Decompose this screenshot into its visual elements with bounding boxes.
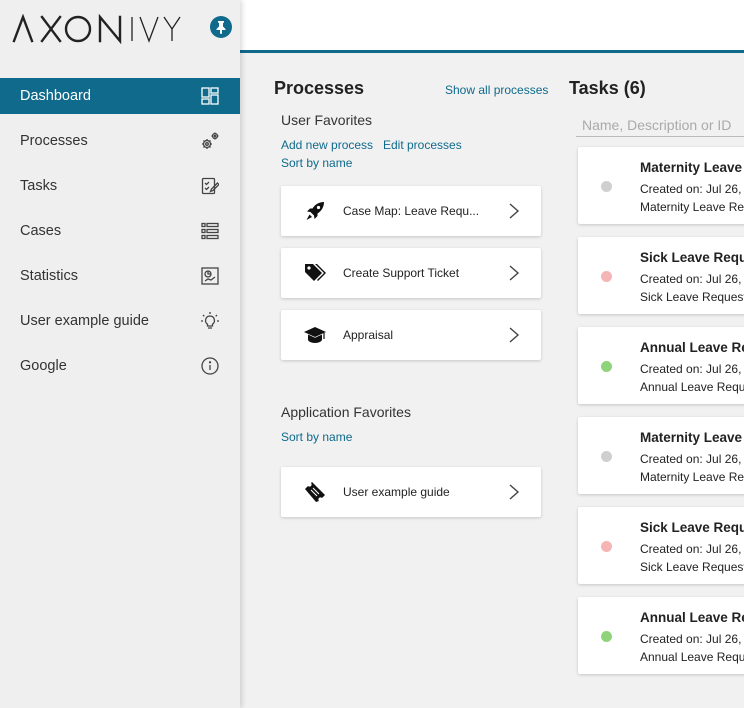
cases-list-icon <box>200 221 220 241</box>
process-card[interactable]: Create Support Ticket <box>281 248 541 298</box>
task-item[interactable]: Sick Leave Requ Created on: Jul 26, 2 Si… <box>578 237 744 314</box>
chevron-right-icon <box>509 265 520 281</box>
task-state-dot <box>601 181 612 192</box>
task-item[interactable]: Annual Leave Re Created on: Jul 26, 2 An… <box>578 597 744 674</box>
menu-item-label: Google <box>20 358 67 374</box>
chevron-right-icon <box>509 327 520 343</box>
task-created-date: Created on: Jul 26, 2 <box>640 182 744 196</box>
add-new-process-link[interactable]: Add new process <box>281 138 373 152</box>
application-card-label: User example guide <box>343 485 450 499</box>
process-card-label: Case Map: Leave Requ... <box>343 204 480 218</box>
gears-icon <box>200 131 220 151</box>
task-created-date: Created on: Jul 26, 2 <box>640 272 744 286</box>
sort-by-name-link[interactable]: Sort by name <box>281 430 352 444</box>
task-description: Annual Leave Reque <box>640 650 744 664</box>
task-state-dot <box>601 271 612 282</box>
show-all-processes-link[interactable]: Show all processes <box>445 83 548 97</box>
sort-by-name-link[interactable]: Sort by name <box>281 156 352 170</box>
pin-icon <box>216 21 226 34</box>
task-created-date: Created on: Jul 26, 2 <box>640 362 744 376</box>
process-card-label: Appraisal <box>343 328 394 342</box>
tasks-icon <box>200 176 220 196</box>
ticket-icon <box>303 480 327 504</box>
tags-icon <box>303 261 327 285</box>
task-created-date: Created on: Jul 26, 2 <box>640 542 744 556</box>
menu-item-label: Dashboard <box>20 88 91 104</box>
task-created-date: Created on: Jul 26, 2 <box>640 452 744 466</box>
menu-item-cases[interactable]: Cases <box>0 213 240 249</box>
task-item[interactable]: Maternity Leave Created on: Jul 26, 2 Ma… <box>578 147 744 224</box>
task-state-dot <box>601 361 612 372</box>
dashboard-icon <box>200 86 220 106</box>
main-menu: Dashboard Processes Tasks Cases Statisti… <box>0 78 240 393</box>
edit-processes-link[interactable]: Edit processes <box>383 138 462 152</box>
processes-title: Processes <box>274 78 365 98</box>
pin-menu-button[interactable] <box>210 16 232 38</box>
info-icon <box>200 356 220 376</box>
task-name: Maternity Leave <box>640 160 743 175</box>
lightbulb-icon <box>200 311 220 331</box>
task-description: Sick Leave Request <box>640 560 744 574</box>
menu-item-label: Statistics <box>20 268 79 284</box>
menu-item-processes[interactable]: Processes <box>0 123 240 159</box>
menu-item-user-example-guide[interactable]: User example guide <box>0 303 240 339</box>
axonivy-logo[interactable] <box>12 14 182 44</box>
process-card[interactable]: Appraisal <box>281 310 541 360</box>
task-state-dot <box>601 451 612 462</box>
task-created-date: Created on: Jul 26, 2 <box>640 632 744 646</box>
top-header-bar <box>240 0 744 53</box>
task-name: Annual Leave Re <box>640 340 744 355</box>
task-name: Annual Leave Re <box>640 610 744 625</box>
task-item[interactable]: Sick Leave Requ Created on: Jul 26, 2 Si… <box>578 507 744 584</box>
task-state-dot <box>601 541 612 552</box>
task-description: Maternity Leave Re <box>640 470 744 484</box>
graduation-cap-icon <box>303 323 327 347</box>
chevron-right-icon <box>509 203 520 219</box>
task-name: Maternity Leave <box>640 430 743 445</box>
task-item[interactable]: Annual Leave Re Created on: Jul 26, 2 An… <box>578 327 744 404</box>
menu-item-statistics[interactable]: Statistics <box>0 258 240 294</box>
task-description: Sick Leave Request <box>640 290 744 304</box>
task-state-dot <box>601 631 612 642</box>
menu-item-tasks[interactable]: Tasks <box>0 168 240 204</box>
application-favorites-heading: Application Favorites <box>281 404 411 420</box>
task-name: Sick Leave Requ <box>640 520 744 535</box>
process-card[interactable]: Case Map: Leave Requ... <box>281 186 541 236</box>
statistics-icon <box>200 266 220 286</box>
menu-item-label: Tasks <box>20 178 58 194</box>
task-description: Maternity Leave Re <box>640 200 744 214</box>
chevron-right-icon <box>509 484 520 500</box>
tasks-title: Tasks (6) <box>569 78 646 98</box>
task-description: Annual Leave Reque <box>640 380 744 394</box>
task-name: Sick Leave Requ <box>640 250 744 265</box>
task-search-input[interactable] <box>576 114 744 137</box>
menu-item-label: Processes <box>20 133 88 149</box>
task-item[interactable]: Maternity Leave Created on: Jul 26, 2 Ma… <box>578 417 744 494</box>
menu-item-google[interactable]: Google <box>0 348 240 384</box>
menu-item-label: User example guide <box>20 313 149 329</box>
user-favorites-heading: User Favorites <box>281 112 373 128</box>
application-card[interactable]: User example guide <box>281 467 541 517</box>
menu-item-dashboard[interactable]: Dashboard <box>0 78 240 114</box>
process-card-label: Create Support Ticket <box>343 266 460 280</box>
rocket-icon <box>303 199 327 223</box>
sidebar: Dashboard Processes Tasks Cases Statisti… <box>0 0 240 708</box>
menu-item-label: Cases <box>20 223 62 239</box>
